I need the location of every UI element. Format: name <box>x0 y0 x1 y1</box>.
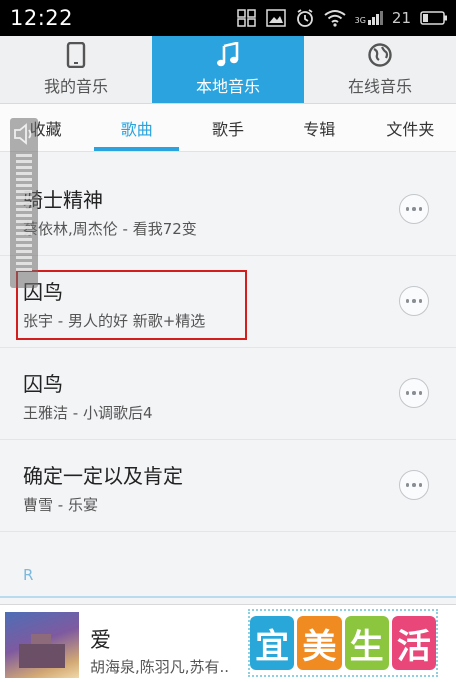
ad-char: 生 <box>344 616 389 670</box>
song-list[interactable]: 骑士精神 蔡依林,周杰伦 - 看我72变 囚鸟 张宇 - 男人的好 新歌+精选 … <box>0 152 456 604</box>
song-title: 囚鸟 <box>23 372 63 396</box>
tab-online-music[interactable]: 在线音乐 <box>304 36 456 103</box>
tab-my-music[interactable]: 我的音乐 <box>0 36 152 103</box>
song-row[interactable]: 骑士精神 蔡依林,周杰伦 - 看我72变 <box>0 164 456 256</box>
battery-icon <box>420 11 447 25</box>
ad-char: 美 <box>297 616 342 670</box>
volume-ticks <box>16 154 32 274</box>
song-row[interactable]: 囚鸟 王雅洁 - 小调歌后4 <box>0 348 456 440</box>
phone-icon <box>66 42 86 68</box>
wifi-icon <box>323 10 346 27</box>
now-playing-bar[interactable]: 爱 胡海泉,陈羽凡,苏有.. 宜 美 生 活 <box>0 604 456 682</box>
image-icon <box>265 9 286 27</box>
speaker-icon <box>14 123 32 145</box>
now-playing-artist: 胡海泉,陈羽凡,苏有.. <box>90 658 230 676</box>
song-subtitle: 蔡依林,周杰伦 - 看我72变 <box>23 220 197 238</box>
tab-label: 在线音乐 <box>347 77 412 96</box>
section-header: R <box>0 556 456 598</box>
tab-label: 我的音乐 <box>43 77 108 96</box>
tab-label: 本地音乐 <box>195 77 260 96</box>
highlight-box <box>16 270 247 340</box>
music-note-icon <box>217 42 239 67</box>
more-options-button[interactable] <box>399 378 429 408</box>
tab-local-music[interactable]: 本地音乐 <box>152 36 304 103</box>
volume-overlay[interactable] <box>10 118 38 288</box>
status-icons: 3G 21 <box>236 8 456 28</box>
now-playing-title: 爱 <box>90 628 111 652</box>
album-art[interactable] <box>5 612 79 678</box>
song-title: 确定一定以及肯定 <box>23 464 183 488</box>
top-tab-bar: 我的音乐 本地音乐 在线音乐 <box>0 36 456 104</box>
battery-level: 21 <box>391 9 411 27</box>
ad-banner[interactable]: 宜 美 生 活 <box>248 609 438 677</box>
song-row[interactable]: 确定一定以及肯定 曹雪 - 乐宴 <box>0 440 456 532</box>
ad-char: 活 <box>391 616 436 670</box>
grid-icon <box>236 9 256 27</box>
song-subtitle: 王雅洁 - 小调歌后4 <box>23 404 153 422</box>
subtab-albums[interactable]: 专辑 <box>274 104 365 151</box>
sub-tab-bar: 收藏 歌曲 歌手 专辑 文件夹 <box>0 104 456 152</box>
subtab-folders[interactable]: 文件夹 <box>365 104 456 151</box>
ad-char: 宜 <box>250 616 295 670</box>
more-options-button[interactable] <box>399 286 429 316</box>
more-options-button[interactable] <box>399 470 429 500</box>
subtab-artists[interactable]: 歌手 <box>182 104 273 151</box>
status-time: 12:22 <box>10 6 74 30</box>
network-type: 3G <box>354 16 366 25</box>
more-options-button[interactable] <box>399 194 429 224</box>
subtab-songs[interactable]: 歌曲 <box>91 104 182 151</box>
globe-icon <box>368 43 392 67</box>
status-bar: 12:22 3G 21 <box>0 0 456 36</box>
alarm-icon <box>296 9 313 27</box>
section-letter: R <box>23 566 34 584</box>
signal-icon: 3G <box>355 11 383 25</box>
song-subtitle: 曹雪 - 乐宴 <box>23 496 98 514</box>
